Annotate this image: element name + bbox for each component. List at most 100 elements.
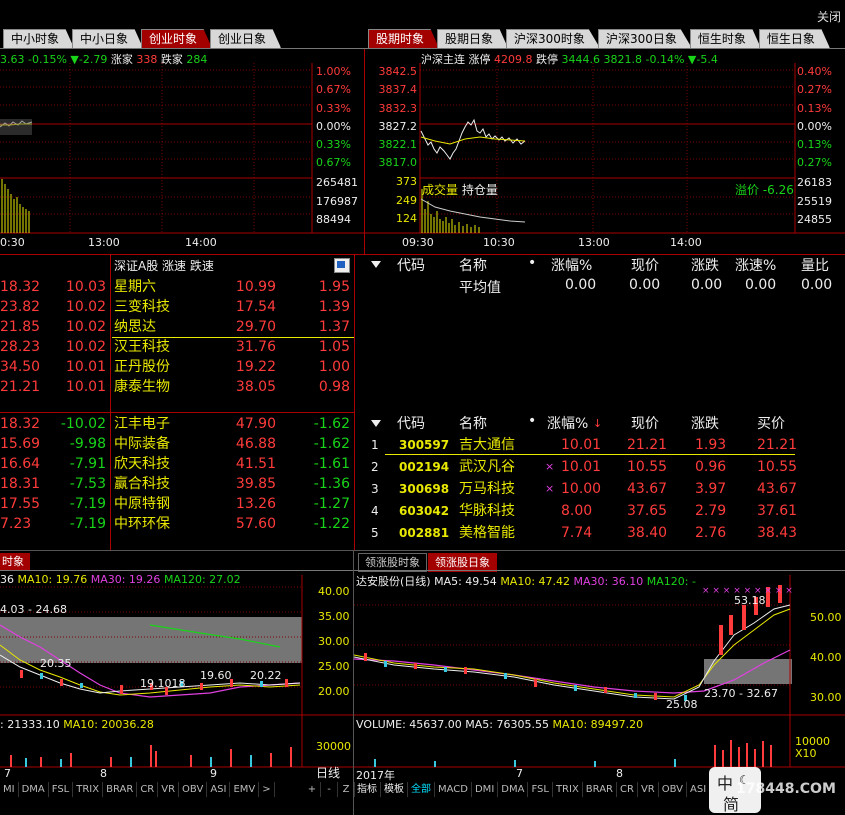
indicator-tab[interactable]: DMA <box>498 782 529 797</box>
column-header[interactable]: 涨速% <box>735 255 776 275</box>
column-header[interactable]: 涨幅% <box>551 255 592 275</box>
speed-ranking-panel[interactable]: 深证A股 涨速 跌速 18.32 10.03 23.82 10.02 21.85 10.0… <box>0 255 354 550</box>
list-item[interactable]: 21.85 10.02 <box>0 317 108 337</box>
list-item[interactable]: 三变科技 17.54 1.39 <box>112 297 354 317</box>
avg-value: 0.00 <box>691 277 723 293</box>
tab-3[interactable]: 沪深300时象 <box>506 29 600 48</box>
indicator-tab[interactable]: CR <box>617 782 638 797</box>
list-item[interactable]: 18.32 -10.02 <box>0 414 108 434</box>
indicator-tab[interactable]: BRAR <box>103 782 138 797</box>
sort-desc-icon[interactable]: ↓ <box>593 417 602 430</box>
list-item[interactable]: 纳思达 29.70 1.37 <box>112 317 354 337</box>
indicator-tab[interactable]: ASI <box>207 782 231 797</box>
list-item[interactable]: 34.50 10.01 <box>0 357 108 377</box>
indicator-tab[interactable]: DMI <box>472 782 499 797</box>
indicator-tab[interactable]: 模板 <box>381 782 408 797</box>
column-header[interactable]: 代码 <box>397 413 425 433</box>
list-item[interactable]: 正丹股份 19.22 1.00 <box>112 357 354 377</box>
zoom-button[interactable]: + <box>304 782 321 797</box>
list-item[interactable]: 欣天科技 41.51 -1.61 <box>112 454 354 474</box>
list-item[interactable]: 康泰生物 38.05 0.98 <box>112 377 354 397</box>
list-item[interactable]: 18.31 -7.53 <box>0 474 108 494</box>
column-header[interactable]: 量比 <box>801 255 829 275</box>
column-header[interactable]: 代码 <box>397 255 425 275</box>
list-item[interactable]: 17.55 -7.19 <box>0 494 108 514</box>
list-item[interactable]: 星期六 10.99 1.95 <box>112 277 354 297</box>
list-item[interactable]: 江丰电子 47.90 -1.62 <box>112 414 354 434</box>
list-item[interactable]: 21.21 10.01 <box>0 377 108 397</box>
indicator-tab[interactable]: MACD <box>435 782 472 797</box>
indicator-tab[interactable]: VR <box>638 782 659 797</box>
table-row[interactable]: 2 002194 武汉凡谷 × 10.01 10.55 0.96 10.55 <box>355 457 845 477</box>
price-tick: 20.00 <box>318 684 350 698</box>
list-item[interactable]: 中际装备 46.88 -1.62 <box>112 434 354 454</box>
column-header[interactable]: 涨跌 <box>691 413 719 433</box>
list-item[interactable]: 16.64 -7.91 <box>0 454 108 474</box>
list-item[interactable]: 18.32 10.03 <box>0 277 108 297</box>
stock-bid: 10.55 <box>757 459 798 475</box>
indicator-tab[interactable]: OBV <box>659 782 687 797</box>
column-header[interactable]: 涨跌 <box>691 255 719 275</box>
indicator-tab[interactable]: FSL <box>528 782 553 797</box>
zoom-button[interactable]: - <box>321 782 338 797</box>
avg-label: 平均值 <box>459 280 501 296</box>
tab-daily-timeline[interactable]: 时象 <box>0 553 30 570</box>
right-intraday-panel[interactable]: 沪深主连 涨停 4209.8 跌停 3444.6 3821.8 -0.14% ▼… <box>365 49 845 254</box>
average-table[interactable]: 代码 名称 涨幅% 现价 涨跌 涨速% 量比 • 平均值 0.00 0.00 0.00 0.00 0.0… <box>355 255 845 405</box>
indicator-tab[interactable]: 全部 <box>408 782 435 797</box>
bottom-right-chart-panel[interactable]: 领涨股时象 领涨股日象 达安股份(日线) MA5: 49.54 MA10: 47.… <box>354 551 845 815</box>
list-item[interactable]: 7.23 -7.19 <box>0 514 108 534</box>
indicator-tab[interactable]: CR <box>137 782 159 797</box>
tab-3[interactable]: 创业时象 <box>141 29 213 48</box>
indicator-tab[interactable]: ASI <box>687 782 711 797</box>
indicator-tab[interactable]: 指标 <box>354 782 381 797</box>
tab-2[interactable]: 股期日象 <box>437 29 509 48</box>
list-item[interactable]: 汉王科技 31.76 1.05 <box>112 337 354 357</box>
column-header[interactable]: 现价 <box>631 255 659 275</box>
indicator-tab[interactable]: DMA <box>19 782 49 797</box>
left-intraday-panel[interactable]: 3.63 -0.15% ▼-2.79 涨家 338 跌家 284 1.00% 0. <box>0 49 364 254</box>
tab-5[interactable]: 恒生时象 <box>689 29 761 48</box>
indicator-tab[interactable]: MI <box>0 782 19 797</box>
panel-settings-icon[interactable] <box>334 258 350 273</box>
list-item[interactable]: 23.82 10.02 <box>0 297 108 317</box>
tab-6[interactable]: 恒生日象 <box>758 29 830 48</box>
list-item[interactable]: 28.23 10.02 <box>0 337 108 357</box>
indicator-tab[interactable]: FSL <box>49 782 74 797</box>
tab-1[interactable]: 股期时象 <box>368 29 440 48</box>
list-item[interactable]: 中环环保 57.60 -1.22 <box>112 514 354 534</box>
br-vol-value: VOLUME: 45637.00 <box>356 718 462 731</box>
table-row[interactable]: 3 300698 万马科技 × 10.00 43.67 3.97 43.67 <box>355 479 845 499</box>
column-header[interactable]: 买价 <box>757 413 785 433</box>
right-time-axis: 09:30 10:30 13:00 14:00 <box>365 236 795 250</box>
item-name: 星期六 <box>114 279 156 295</box>
tab-4[interactable]: 创业日象 <box>210 29 282 48</box>
indicator-tab[interactable]: EMV <box>230 782 260 797</box>
column-header[interactable]: 涨幅% <box>547 413 588 433</box>
column-header[interactable]: 现价 <box>631 413 659 433</box>
stock-price: 38.40 <box>627 525 668 541</box>
table-row[interactable]: 5 002881 美格智能 7.74 38.40 2.76 38.43 <box>355 523 845 543</box>
list-item[interactable]: 15.69 -9.98 <box>0 434 108 454</box>
indicator-tab[interactable]: VR <box>158 782 180 797</box>
table-row[interactable]: 1 300597 吉大通信 10.01 21.21 1.93 21.21 <box>355 435 845 455</box>
indicator-tab[interactable]: TRIX <box>553 782 583 797</box>
list-item[interactable]: 赢合科技 39.85 -1.36 <box>112 474 354 494</box>
period-label[interactable]: 日线 <box>316 764 340 781</box>
indicator-tab[interactable]: > <box>259 782 275 797</box>
pct-tick: 0.00% <box>316 119 351 133</box>
indicator-tab[interactable]: TRIX <box>73 782 104 797</box>
table-row[interactable]: 4 603042 华脉科技 8.00 37.65 2.79 37.61 <box>355 501 845 521</box>
stock-name: 吉大通信 <box>459 437 515 453</box>
tab-2[interactable]: 中小日象 <box>72 29 144 48</box>
indicator-tab[interactable]: BRAR <box>583 782 617 797</box>
close-button[interactable]: 关闭 <box>817 8 841 25</box>
tab-4[interactable]: 沪深300日象 <box>597 29 692 48</box>
tab-1[interactable]: 中小时象 <box>3 29 75 48</box>
list-item[interactable]: 中原特钢 13.26 -1.27 <box>112 494 354 514</box>
column-header[interactable]: 名称 <box>459 413 487 433</box>
column-header[interactable]: 名称 <box>459 255 487 275</box>
bottom-left-chart-panel[interactable]: 时象 36 MA10: 19.76 MA30: 19.26 MA120: 27.… <box>0 551 355 815</box>
leader-table[interactable]: 代码 名称 涨幅% 现价 涨跌 买价 • ↓ 1 300597 吉大通信 10.01 21.21 1.… <box>355 413 845 548</box>
indicator-tab[interactable]: OBV <box>179 782 208 797</box>
